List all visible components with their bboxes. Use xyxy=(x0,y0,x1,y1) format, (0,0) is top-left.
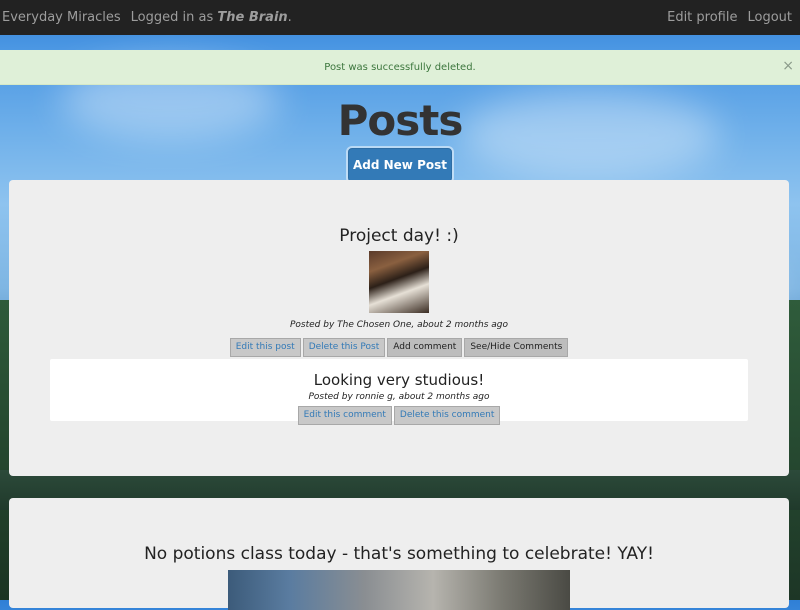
comment-text: Looking very studious! xyxy=(313,371,485,389)
brand-link[interactable]: Everyday Miracles xyxy=(2,10,121,25)
edit-comment-button[interactable]: Edit this comment xyxy=(297,406,392,425)
close-icon[interactable]: × xyxy=(782,58,794,74)
comment: Looking very studious! Posted by ronnie … xyxy=(50,359,748,425)
navbar: Everyday Miracles Logged in as The Brain… xyxy=(0,0,800,35)
success-alert: Post was successfully deleted. × xyxy=(0,50,800,85)
logout-link[interactable]: Logout xyxy=(747,10,792,25)
comment-actions: Edit this comment Delete this comment xyxy=(50,406,748,425)
add-new-post-button[interactable]: Add New Post xyxy=(348,148,452,182)
post-card: Project day! :) Posted by The Chosen One… xyxy=(9,180,789,476)
post-card: No potions class today - that's somethin… xyxy=(9,498,789,610)
post-title: Project day! :) xyxy=(339,226,459,246)
add-comment-button[interactable]: Add comment xyxy=(387,338,463,357)
post-image xyxy=(228,570,570,610)
logged-in-prefix: Logged in as xyxy=(130,10,214,25)
post-title: No potions class today - that's somethin… xyxy=(144,544,654,564)
post-meta: Posted by The Chosen One, about 2 months… xyxy=(289,320,508,330)
post-actions: Edit this post Delete this Post Add comm… xyxy=(9,338,789,357)
edit-post-button[interactable]: Edit this post xyxy=(229,338,301,357)
navbar-right: Edit profile Logout xyxy=(667,10,792,25)
post-image xyxy=(369,251,429,313)
comment-meta: Posted by ronnie g, about 2 months ago xyxy=(308,392,490,402)
delete-post-button[interactable]: Delete this Post xyxy=(302,338,386,357)
delete-comment-button[interactable]: Delete this comment xyxy=(393,406,501,425)
logged-in-suffix: . xyxy=(287,10,292,25)
alert-message: Post was successfully deleted. xyxy=(324,61,476,73)
logged-in-username: The Brain xyxy=(217,10,288,25)
logged-in-status: Logged in as The Brain. xyxy=(131,10,292,25)
edit-profile-link[interactable]: Edit profile xyxy=(667,10,737,25)
page-title: Posts xyxy=(337,96,464,145)
toggle-comments-button[interactable]: See/Hide Comments xyxy=(464,338,569,357)
